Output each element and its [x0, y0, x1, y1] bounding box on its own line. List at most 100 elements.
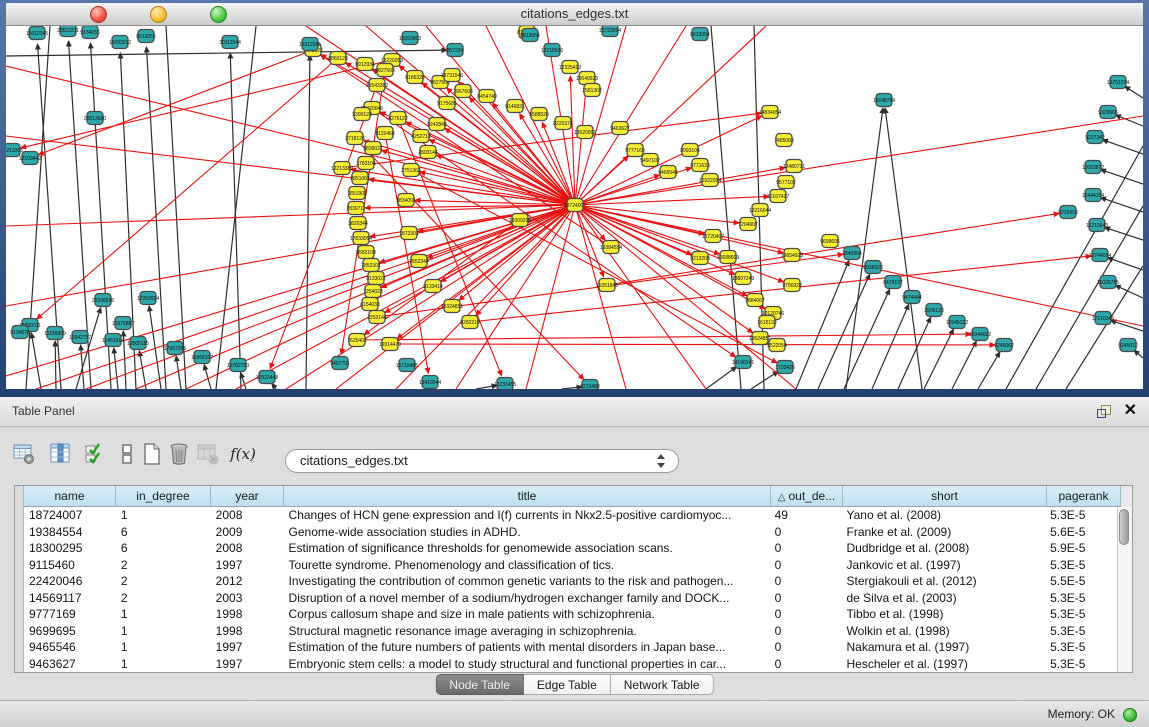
network-node[interactable]: 9134876 — [10, 326, 30, 339]
tab-network-table[interactable]: Network Table — [611, 674, 714, 695]
network-node[interactable]: 20206536 — [92, 294, 114, 307]
network-node[interactable]: 9134055 — [80, 26, 100, 39]
network-node[interactable]: 9474444 — [902, 291, 922, 304]
table-row[interactable]: 1830029562008Estimation of significance … — [24, 540, 1119, 557]
show-columns-icon[interactable] — [47, 440, 75, 468]
network-node[interactable]: 8215953 — [1058, 206, 1078, 219]
network-node[interactable]: 1615132 — [757, 316, 777, 329]
network-node[interactable]: 16914479 — [379, 338, 401, 351]
table-row[interactable]: 2242004622012Investigating the contribut… — [24, 573, 1119, 590]
network-node[interactable]: 9577102 — [776, 176, 796, 189]
network-node[interactable]: 20513600 — [84, 112, 106, 125]
network-hub-node[interactable]: 18724007 — [564, 199, 586, 212]
network-node[interactable]: 9133022 — [366, 272, 386, 285]
network-node[interactable]: 7204907 — [738, 218, 758, 231]
network-node[interactable]: 5497102 — [640, 154, 660, 167]
table-row[interactable]: 946362711997Embryonic stem cells: a mode… — [24, 656, 1119, 672]
window-minimize-button[interactable] — [150, 6, 167, 23]
network-node[interactable]: 9457791 — [330, 357, 350, 370]
network-node[interactable]: 15324851 — [441, 300, 463, 313]
network-node[interactable]: 9146821 — [505, 100, 525, 113]
network-node[interactable]: 9133414 — [423, 280, 443, 293]
network-node[interactable]: 18731546 — [441, 69, 463, 82]
column-header-out_de[interactable]: △out_de... — [771, 486, 843, 507]
table-row[interactable]: 946554611997Estimation of the future num… — [24, 639, 1119, 656]
network-node[interactable]: 12942737 — [69, 331, 91, 344]
network-node[interactable]: 9242848 — [427, 118, 447, 131]
network-node[interactable]: 8938923 — [863, 261, 883, 274]
network-node[interactable]: 14834054 — [759, 106, 781, 119]
network-node[interactable]: 12444154 — [1082, 189, 1104, 202]
network-node[interactable]: 9771633 — [690, 159, 710, 172]
table-row[interactable]: 911546021997Tourette syndrome. Phenomeno… — [24, 557, 1119, 574]
network-node[interactable]: 8454749 — [477, 90, 497, 103]
network-node[interactable]: 19640923 — [576, 72, 598, 85]
network-node[interactable]: 9245012 — [1118, 339, 1138, 352]
network-node[interactable]: 9115460 — [375, 127, 394, 140]
network-node[interactable]: 9463627 — [610, 122, 630, 135]
network-node[interactable]: 20513211 — [57, 26, 79, 37]
network-node[interactable]: 16958107 — [191, 351, 213, 364]
network-node[interactable]: 9777169 — [625, 144, 645, 157]
network-node[interactable]: 15723094 — [599, 26, 621, 37]
network-node[interactable]: 17210345 — [1092, 312, 1114, 325]
network-node[interactable]: 12505115 — [127, 337, 149, 350]
network-node[interactable]: 17359924 — [137, 292, 159, 305]
table-vertical-scrollbar[interactable] — [1117, 507, 1132, 672]
network-node[interactable]: 11451514 — [102, 334, 124, 347]
network-node[interactable]: 1733426 — [775, 361, 795, 374]
network-node[interactable]: 12410044 — [419, 376, 441, 389]
row-height-icon[interactable] — [113, 440, 141, 468]
network-node[interactable]: 2935123 — [924, 304, 944, 317]
network-node[interactable]: 11156809 — [44, 327, 66, 340]
delete-rows-icon[interactable] — [165, 440, 193, 468]
column-header-pagerank[interactable]: pagerank — [1047, 486, 1121, 507]
table-row[interactable]: 969969511998Structural magnetic resonanc… — [24, 623, 1119, 640]
network-node[interactable]: 16053803 — [399, 32, 421, 45]
network-node[interactable]: 7485083 — [774, 134, 794, 147]
network-node[interactable]: 8220371 — [553, 117, 573, 130]
column-header-title[interactable]: title — [284, 486, 771, 507]
network-node[interactable]: 1840954 — [842, 247, 862, 260]
network-node[interactable]: 2803144 — [418, 146, 438, 159]
network-node[interactable]: 2718126 — [345, 132, 365, 145]
network-node[interactable]: 2967608 — [453, 85, 473, 98]
network-node[interactable]: 7625402 — [347, 334, 367, 347]
table-selector-dropdown[interactable]: citations_edges.txt — [285, 449, 679, 473]
network-node[interactable]: 4252712 — [411, 130, 431, 143]
scrollbar-thumb[interactable] — [1119, 509, 1129, 545]
network-node[interactable]: 3820344 — [348, 217, 368, 230]
column-header-short[interactable]: short — [843, 486, 1047, 507]
float-panel-icon[interactable] — [1097, 405, 1111, 418]
network-node[interactable]: 18807249 — [732, 272, 754, 285]
network-node[interactable]: 9884067 — [745, 294, 765, 307]
network-node[interactable]: 14196141 — [732, 356, 754, 369]
network-node[interactable]: 16543382 — [366, 79, 388, 92]
network-node[interactable]: 9282210 — [460, 316, 480, 329]
network-canvas[interactable]: 7663822886012889129341522605398275038186… — [6, 26, 1143, 389]
network-node[interactable]: 9329966 — [1098, 106, 1118, 119]
network-node[interactable]: 1873301 — [399, 227, 419, 240]
window-close-button[interactable] — [90, 6, 107, 23]
network-node[interactable]: 6154033 — [360, 298, 380, 311]
network-node[interactable]: 2522054 — [767, 339, 787, 352]
network-node[interactable]: 4275122 — [388, 112, 408, 125]
network-node[interactable]: 7852301 — [361, 259, 381, 272]
tab-node-table[interactable]: Node Table — [435, 674, 524, 695]
new-table-icon[interactable] — [138, 440, 166, 468]
network-node[interactable]: 3839021 — [363, 142, 383, 155]
network-node[interactable]: 15716485 — [396, 359, 418, 372]
network-node[interactable]: 857224 — [447, 44, 464, 57]
network-node[interactable]: 2830711 — [346, 202, 365, 215]
network-node[interactable]: 12744054 — [1089, 249, 1111, 262]
network-node[interactable]: 16648784 — [873, 94, 895, 107]
network-node[interactable]: 10688609 — [717, 251, 739, 264]
network-node[interactable]: 10167427 — [767, 190, 789, 203]
network-node[interactable]: 17833054 — [350, 232, 372, 245]
column-header-year[interactable]: year — [211, 486, 284, 507]
network-node[interactable]: 9175685 — [437, 97, 457, 110]
tab-edge-table[interactable]: Edge Table — [524, 674, 611, 695]
network-node[interactable]: 30112044 — [219, 36, 241, 49]
network-node[interactable]: 12325413 — [559, 61, 581, 74]
network-node[interactable]: 18300295 — [509, 214, 531, 227]
